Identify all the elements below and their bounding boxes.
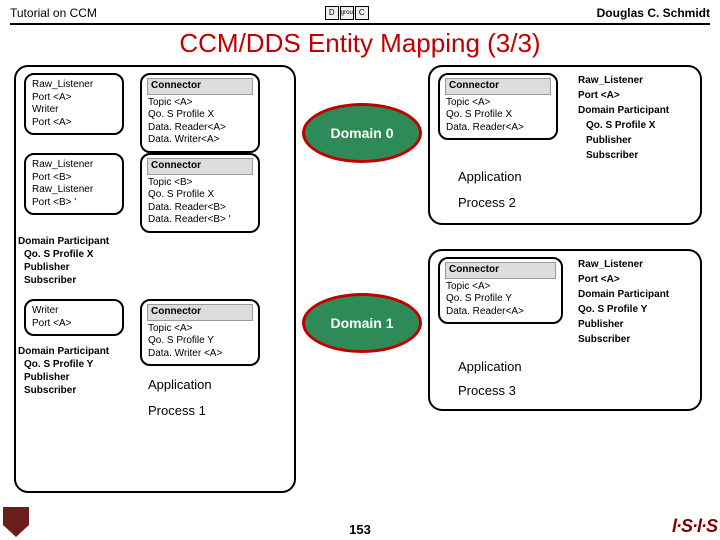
domain-0-cloud: Domain 0 (302, 103, 422, 163)
footer-logo: l·S·l·S (672, 516, 717, 537)
header-right: Douglas C. Schmidt (597, 6, 710, 20)
left-card-listener-a: Raw_ListenerPort <A>WriterPort <A> (24, 73, 124, 135)
left-card-listener-b: Raw_ListenerPort <B>Raw_ListenerPort <B>… (24, 153, 124, 215)
page-title: CCM/DDS Entity Mapping (3/3) (0, 26, 720, 63)
header-rule (10, 23, 710, 25)
connector-a-writer-y: Connector Topic <A> Qo. S Profile Y Data… (140, 299, 260, 366)
diagram-canvas: Raw_ListenerPort <A>WriterPort <A> Raw_L… (10, 63, 710, 508)
process-3-label: Process 3 (458, 383, 516, 398)
process-1-label: Process 1 (148, 403, 206, 418)
right-labels-process2: Raw_ListenerPort <A> Domain ParticipantQ… (578, 73, 669, 163)
left-card-writer: WriterPort <A> (24, 299, 124, 336)
header-left: Tutorial on CCM (10, 6, 97, 20)
process-2-label: Process 2 (458, 195, 516, 210)
application-1-label: Application (148, 377, 212, 392)
application-3-label: Application (458, 359, 522, 374)
right-labels-process3: Raw_ListenerPort <A> Domain Participant … (578, 257, 669, 347)
connector-a-reader-y: Connector Topic <A> Qo. S Profile Y Data… (438, 257, 563, 324)
left-domain-participant-x: Domain ParticipantQo. S Profile XPublish… (18, 235, 109, 287)
connector-a-reader-x: Connector Topic <A> Qo. S Profile X Data… (438, 73, 558, 140)
connector-b-readers: Connector Topic <B> Qo. S Profile X Data… (140, 153, 260, 233)
doc-logo: DgroupC (325, 6, 369, 20)
page-number: 153 (0, 522, 720, 537)
domain-1-cloud: Domain 1 (302, 293, 422, 353)
left-domain-participant-y: Domain ParticipantQo. S Profile YPublish… (18, 345, 109, 397)
header: Tutorial on CCM DgroupC Douglas C. Schmi… (0, 0, 720, 22)
connector-a-rw: Connector Topic <A> Qo. S Profile X Data… (140, 73, 260, 153)
application-2-label: Application (458, 169, 522, 184)
